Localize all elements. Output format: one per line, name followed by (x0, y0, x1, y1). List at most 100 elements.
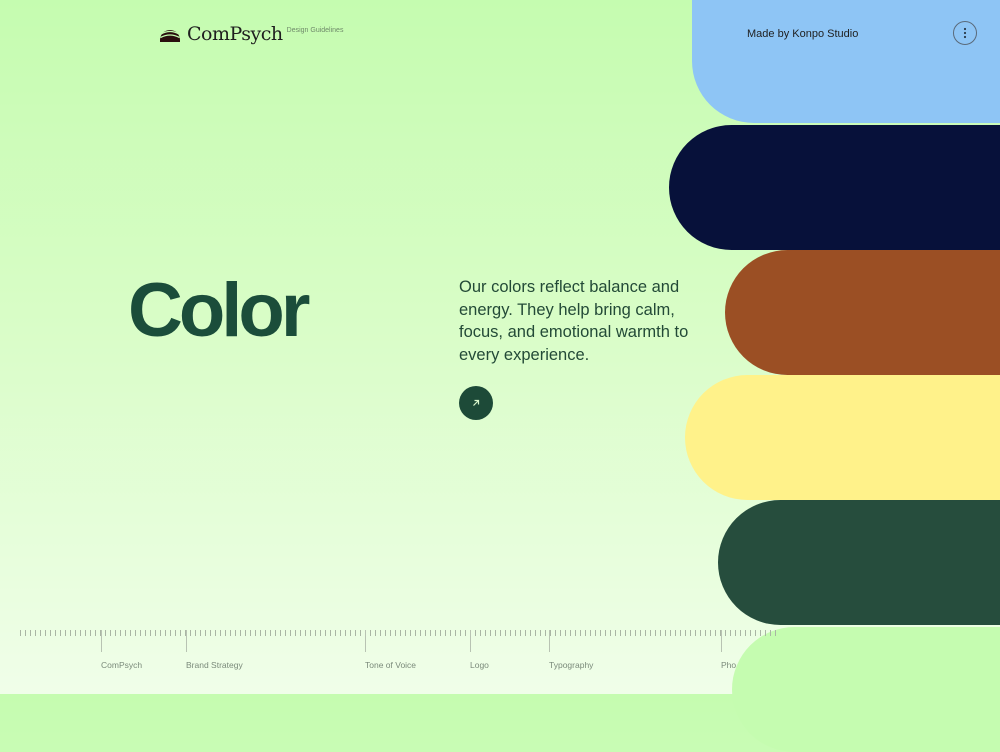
ruler-tick (65, 630, 66, 636)
ruler-tick (400, 630, 401, 636)
swatch-sky-blue (692, 0, 1000, 123)
ruler-tick (705, 630, 706, 636)
ruler-tick (275, 630, 276, 636)
nav-item-brand-strategy[interactable]: Brand Strategy (186, 660, 243, 670)
ruler-tick (565, 630, 566, 636)
ruler-tick (280, 630, 281, 636)
ruler-tick (605, 630, 606, 636)
ruler-tick (105, 630, 106, 636)
ruler-tick (335, 630, 336, 636)
ruler-tick (590, 630, 591, 636)
ruler-tick (205, 630, 206, 636)
ruler-tick (45, 630, 46, 636)
ruler-tick (515, 630, 516, 636)
ruler-tick (490, 630, 491, 636)
nav-item-tone-of-voice[interactable]: Tone of Voice (365, 660, 416, 670)
ruler-tick (35, 630, 36, 636)
ruler-tick (660, 630, 661, 636)
nav-item-typography[interactable]: Typography (549, 660, 593, 670)
ruler-tick (440, 630, 441, 636)
ruler-tick (675, 630, 676, 636)
ruler-tick (655, 630, 656, 636)
ruler-tick (680, 630, 681, 636)
ruler-tick (195, 630, 196, 636)
ruler-tick (20, 630, 21, 636)
ruler-tick (85, 630, 86, 636)
menu-button[interactable] (953, 21, 977, 45)
ruler-tick (210, 630, 211, 636)
ruler-tick (305, 630, 306, 636)
ruler-tick (55, 630, 56, 636)
ruler-tick (155, 630, 156, 636)
ruler-tick (475, 630, 476, 636)
ruler-tick (125, 630, 126, 636)
compsych-logo-icon (160, 30, 180, 42)
ruler-tick (25, 630, 26, 636)
nav-item-photography[interactable]: Pho (721, 660, 736, 670)
ruler-tick (745, 630, 746, 636)
ruler-tick (350, 630, 351, 636)
ruler-tick (160, 630, 161, 636)
ruler-tick (740, 630, 741, 636)
ruler-tick (750, 630, 751, 636)
brand-logo[interactable]: ComPsych Design Guidelines (159, 22, 343, 46)
page-title: Color (128, 268, 310, 353)
ruler-tick (530, 630, 531, 636)
ruler-tick (625, 630, 626, 636)
ruler-tick (90, 630, 91, 636)
ruler-tick (495, 630, 496, 636)
ruler-tick (460, 630, 461, 636)
ruler-tick (770, 630, 771, 636)
ruler-tick (265, 630, 266, 636)
ruler-tick (435, 630, 436, 636)
ruler-tick (585, 630, 586, 636)
swatch-rust (725, 250, 1000, 375)
page-description: Our colors reflect balance and energy. T… (459, 278, 689, 364)
ruler-tick (230, 630, 231, 636)
ruler-tick (725, 630, 726, 636)
ruler-tick (325, 630, 326, 636)
brand-subtitle: Design Guidelines (286, 27, 344, 34)
ruler-tick (200, 630, 201, 636)
ruler-tick (455, 630, 456, 636)
ruler-tick (410, 630, 411, 636)
ruler-tick (300, 630, 301, 636)
ruler-tick (580, 630, 581, 636)
ruler-tick (540, 630, 541, 636)
ruler-tick (575, 630, 576, 636)
ruler-tick (545, 630, 546, 636)
swatch-navy (669, 125, 1000, 250)
ruler-tick (345, 630, 346, 636)
ruler-tick (110, 630, 111, 636)
ruler-major-tick (101, 630, 102, 652)
ruler-tick (630, 630, 631, 636)
ruler-tick (315, 630, 316, 636)
ruler-tick (640, 630, 641, 636)
ruler-tick (685, 630, 686, 636)
ruler-tick (690, 630, 691, 636)
ruler-tick (115, 630, 116, 636)
nav-item-compsych[interactable]: ComPsych (101, 660, 142, 670)
ruler-tick (140, 630, 141, 636)
ruler-tick (220, 630, 221, 636)
ruler-major-tick (549, 630, 550, 652)
ruler-tick (510, 630, 511, 636)
ruler-tick (80, 630, 81, 636)
ruler-major-tick (186, 630, 187, 652)
ruler-tick (550, 630, 551, 636)
ruler-tick (215, 630, 216, 636)
ruler-tick (525, 630, 526, 636)
more-vertical-icon (963, 27, 967, 39)
ruler-tick (355, 630, 356, 636)
nav-item-logo[interactable]: Logo (470, 660, 489, 670)
made-by-credit[interactable]: Made by Konpo Studio (747, 28, 858, 40)
ruler-tick (95, 630, 96, 636)
ruler-tick (375, 630, 376, 636)
ruler-tick (425, 630, 426, 636)
ruler-tick (75, 630, 76, 636)
ruler-tick (380, 630, 381, 636)
explore-button[interactable] (459, 386, 493, 420)
ruler-tick (520, 630, 521, 636)
ruler-tick (775, 630, 776, 636)
ruler-tick (465, 630, 466, 636)
